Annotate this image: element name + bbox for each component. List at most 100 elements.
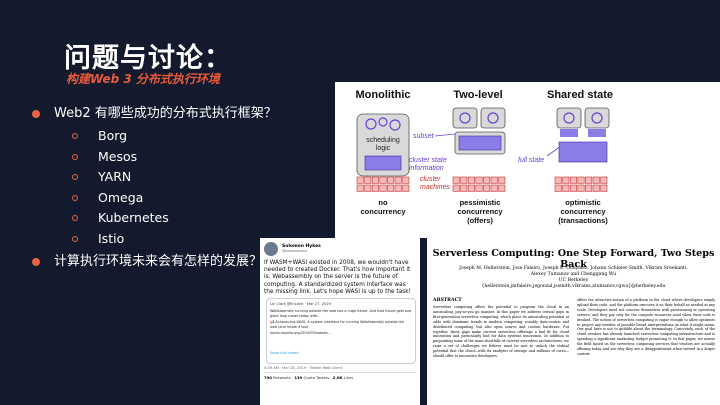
cluster-machine-cell [490, 176, 498, 184]
quoted-tweet: Lin Clark @linclark · Mar 27, 2019 WebAs… [266, 298, 416, 364]
cluster-machine-cell [364, 176, 372, 184]
paper-emails: {hellerstein,jmfaleiro,jegonzal,jssmith,… [481, 284, 666, 289]
caption-monolithic-1: no [378, 198, 388, 207]
divider [264, 372, 416, 373]
bullet-question-1: Web2 有哪些成功的分布式执行框架？ [28, 104, 328, 124]
subset-arrow [434, 133, 456, 137]
sub-bullet-mesos: Mesos [28, 147, 328, 168]
slide-subtitle: 构建Web 3 分布式执行环境 [66, 72, 220, 86]
cluster-machine-cell [585, 176, 593, 184]
sub-bullet-kubernetes: Kubernetes [28, 208, 328, 229]
scheduler-architecture-figure: Monolithic Two-level Shared state schedu… [335, 82, 720, 238]
tweet-author-handle: @solomonstre [282, 249, 308, 253]
label-logic: logic [376, 145, 391, 152]
ring-bullet-icon [72, 153, 78, 160]
shared-scheduler-box [584, 107, 610, 129]
tweet-text: If WASM+WASI existed in 2008, we wouldn'… [264, 260, 411, 295]
cluster-machine-cell [394, 184, 402, 192]
cluster-machine-cell [371, 176, 379, 184]
cluster-machine-cell [452, 176, 460, 184]
tweet-header: Solomon Hykes @solomonstre [264, 242, 321, 256]
cluster-machine-grids [356, 176, 608, 192]
cluster-machine-cell [600, 184, 608, 192]
slide: 问题与讨论： 构建Web 3 分布式执行环境 Web2 有哪些成功的分布式执行框… [0, 0, 720, 405]
cluster-machine-cell [387, 184, 395, 192]
cluster-machine-cell [460, 176, 468, 184]
like-count: 2.0K [332, 375, 343, 380]
cluster-machine-cell [475, 184, 483, 192]
heading-monolithic: Monolithic [356, 89, 411, 101]
framework-scheduler-box [480, 107, 506, 129]
bullet-text: Web2 有哪些成功的分布式执行框架？ [54, 106, 277, 121]
cluster-machine-cell [460, 184, 468, 192]
cluster-machine-cell [569, 184, 577, 192]
cluster-machine-cell [554, 176, 562, 184]
sub-bullet-text: Istio [98, 230, 125, 246]
cluster-machine-cell [592, 176, 600, 184]
cluster-machine-cell [402, 184, 410, 192]
quoted-tweet-line: hacks.mozilla.org/2019/03/standa... [270, 331, 331, 336]
quoted-tweet-line: 📢 Announcing WASI: A system interface fo… [270, 320, 405, 329]
label-information: information [409, 165, 444, 172]
sub-bullet-text: Borg [98, 128, 128, 143]
retweet-label: Retweets [273, 375, 291, 380]
cluster-machine-cell [402, 176, 410, 184]
cluster-machine-cell [387, 176, 395, 184]
cluster-machine-cell [585, 184, 593, 192]
caption-two-level-1: pessimistic [460, 198, 501, 207]
show-thread-link[interactable]: Show this thread [270, 351, 299, 355]
paper-excerpt: Serverless Computing: One Step Forward, … [427, 238, 720, 405]
ring-bullet-icon [72, 133, 78, 139]
cluster-machine-cell [554, 184, 562, 192]
avatar [264, 242, 278, 256]
shared-scheduler-box [556, 107, 582, 129]
cluster-machine-cell [467, 176, 475, 184]
label-cluster: cluster [420, 176, 441, 183]
shared-state-grid [558, 141, 608, 163]
heading-shared-state: Shared state [547, 89, 613, 101]
cluster-machine-cell [379, 176, 387, 184]
cluster-machine-cell [475, 176, 483, 184]
cluster-machine-cell [498, 176, 506, 184]
sub-bullet-text: YARN [98, 169, 132, 185]
label-cluster-state: cluster state [409, 157, 447, 164]
paper-authors: Joseph M. Hellerstein, Jose Faleiro, Jos… [437, 266, 710, 290]
retweet-count: 790 [264, 375, 272, 380]
tweet-card: Solomon Hykes @solomonstre If WASM+WASI … [260, 238, 420, 405]
quoted-tweet-text: WebAssembly running outside the web has … [270, 309, 412, 336]
cluster-machine-cell [452, 184, 460, 192]
label-subset: subset [413, 133, 435, 140]
bullet-dot-icon [32, 257, 40, 266]
sub-bullet-yarn: YARN [28, 167, 328, 188]
cluster-machine-cell [467, 184, 475, 192]
ring-bullet-icon [72, 174, 78, 181]
cluster-machine-cell [356, 184, 364, 192]
cluster-machine-cell [577, 176, 585, 184]
quoted-tweet-line: WebAssembly running outside the web has … [270, 309, 412, 318]
cluster-machine-cell [490, 184, 498, 192]
heading-two-level: Two-level [453, 89, 502, 101]
cluster-machine-cell [600, 176, 608, 184]
framework-scheduler-box [452, 107, 478, 129]
cluster-machine-cell [483, 184, 491, 192]
cluster-machine-cell [371, 184, 379, 192]
cluster-machine-cell [364, 184, 372, 192]
state-grid-monolithic [364, 155, 402, 171]
label-full-state: full state [518, 157, 544, 164]
caption-monolithic-2: concurrency [360, 207, 406, 216]
sub-bullet-borg: Borg [28, 126, 328, 147]
quoted-tweet-header: Lin Clark @linclark · Mar 27, 2019 [270, 302, 331, 306]
like-label: Likes [343, 375, 354, 380]
caption-shared-3: (transactions) [558, 216, 608, 225]
caption-shared-1: optimistic [565, 198, 600, 207]
abstract-text: Serverless computing offers the potentia… [433, 305, 569, 359]
cluster-machine-cell [483, 176, 491, 184]
figure-svg: Monolithic Two-level Shared state schedu… [356, 89, 614, 225]
cluster-machine-cell [592, 184, 600, 192]
bullet-text: 计算执行环境未来会有怎样的发展？ [54, 253, 263, 269]
ring-bullet-icon [72, 194, 78, 201]
sub-bullet-text: Mesos [98, 148, 138, 164]
cluster-machine-cell [562, 184, 570, 192]
ring-bullet-icon [72, 215, 78, 222]
sub-bullet-omega: Omega [28, 188, 328, 209]
